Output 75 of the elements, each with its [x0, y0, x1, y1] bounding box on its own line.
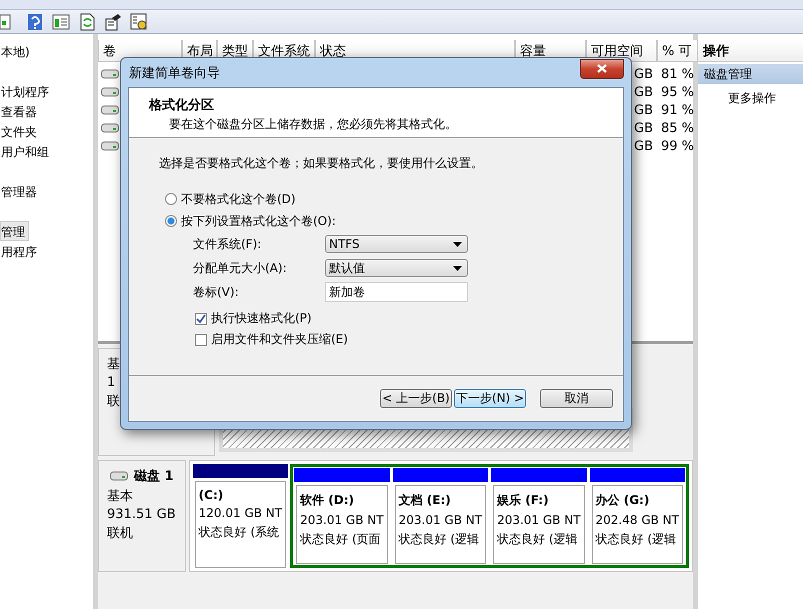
- radio-option[interactable]: 按下列设置格式化这个卷(O):: [159, 210, 603, 232]
- tree-item[interactable]: 查看器: [0, 101, 41, 121]
- tree-item[interactable]: 管理器: [0, 181, 41, 201]
- column-header[interactable]: % 可: [657, 40, 698, 62]
- partition-status: 状态良好 (逻辑: [398, 531, 480, 548]
- action-item[interactable]: 磁盘管理: [698, 64, 803, 84]
- settings-icon[interactable]: [130, 12, 148, 30]
- partition-name: 娱乐 (F:): [497, 492, 550, 509]
- section-heading: 格式化分区: [149, 97, 215, 114]
- action-item[interactable]: 更多操作: [698, 88, 803, 108]
- next-button[interactable]: 下一步(N) >: [454, 389, 526, 408]
- back-button[interactable]: < 上一步(B): [380, 389, 452, 408]
- section-description: 要在这个磁盘分区上储存数据，您必须先将其格式化。: [168, 116, 458, 133]
- partition-status: 状态良好 (系统: [198, 524, 280, 541]
- partition-panel[interactable]: 文档 (E:) 203.01 GB NT 状态良好 (逻辑: [394, 485, 486, 564]
- disk-info: 基本: [107, 488, 134, 505]
- partition-name: 办公 (G:): [596, 492, 650, 509]
- partition-name: 文档 (E:): [398, 492, 452, 509]
- disk-info: 基: [107, 356, 121, 373]
- field-label: 文件系统(F):: [193, 236, 262, 252]
- partition-status: 状态良好 (页面: [300, 531, 382, 548]
- disk-info: 1: [107, 375, 116, 390]
- table-cell-text: GB: [634, 102, 654, 118]
- table-cell-text: GB: [634, 120, 654, 136]
- close-icon: [597, 64, 607, 73]
- tree-item[interactable]: 本地): [0, 41, 34, 61]
- table-cell-text: 81 %: [660, 66, 694, 82]
- tree-item[interactable]: 用程序: [0, 241, 41, 261]
- tree-item[interactable]: 文件夹: [0, 121, 41, 141]
- field-label: 分配单元大小(A):: [193, 260, 288, 276]
- partition-panel[interactable]: 办公 (G:) 202.48 GB NT 状态良好 (逻辑: [592, 485, 683, 564]
- tree-item[interactable]: 管理: [0, 221, 29, 241]
- table-cell-text: 85 %: [660, 120, 694, 136]
- properties-icon[interactable]: [104, 12, 122, 30]
- table-cell-text: GB: [634, 66, 654, 82]
- table-cell-text: GB: [634, 138, 654, 154]
- partition-name: (C:): [198, 488, 224, 502]
- field-label: 卷标(V):: [193, 284, 240, 300]
- partition-size: 202.48 GB NT: [596, 513, 679, 527]
- disk-info: 联机: [107, 525, 134, 542]
- table-cell-text: 99 %: [660, 138, 694, 154]
- disk-name: 磁盘 1: [107, 467, 177, 485]
- panel-icon[interactable]: [52, 12, 70, 30]
- partition-size: 203.01 GB NT: [300, 513, 384, 527]
- instruction-text: 选择是否要格式化这个卷；如果要格式化，要使用什么设置。: [159, 155, 484, 172]
- partition-panel[interactable]: (C:) 120.01 GB NT 状态良好 (系统: [194, 481, 286, 568]
- disk-info: 931.51 GB: [107, 507, 177, 522]
- table-cell-text: 91 %: [660, 102, 694, 118]
- tree-item[interactable]: 用户和组: [0, 141, 53, 161]
- partition-name: 软件 (D:): [300, 492, 356, 509]
- partition-size: 120.01 GB NT: [198, 506, 282, 520]
- input-field[interactable]: 新加卷: [325, 282, 468, 302]
- table-cell-text: GB: [634, 84, 654, 100]
- caret-icon: [453, 242, 462, 246]
- partition-panel[interactable]: 娱乐 (F:) 203.01 GB NT 状态良好 (逻辑: [493, 485, 585, 564]
- partition-panel[interactable]: 软件 (D:) 203.01 GB NT 状态良好 (页面: [296, 485, 388, 564]
- partition-size: 203.01 GB NT: [497, 513, 581, 527]
- caret-icon: [453, 266, 462, 270]
- partition-status: 状态良好 (逻辑: [596, 531, 678, 548]
- partition-size: 203.01 GB NT: [398, 513, 482, 527]
- tree-item[interactable]: 计划程序: [0, 81, 53, 101]
- help-icon[interactable]: [26, 12, 44, 30]
- partition-status: 状态良好 (逻辑: [497, 531, 579, 548]
- close-button[interactable]: [580, 58, 624, 78]
- radio-option[interactable]: 不要格式化这个卷(D): [159, 188, 603, 210]
- dialog-title: 新建简单卷向导: [128, 64, 220, 82]
- checkmark-icon: [196, 314, 206, 324]
- refresh-icon[interactable]: [78, 12, 96, 30]
- dropdown[interactable]: 默认值: [325, 259, 468, 277]
- disk-info: 联: [107, 393, 121, 410]
- dropdown[interactable]: NTFS: [325, 235, 468, 253]
- checkbox-option[interactable]: 执行快速格式化(P): [159, 308, 603, 329]
- checkbox-option[interactable]: 启用文件和文件夹压缩(E): [159, 329, 603, 350]
- cancel-button[interactable]: 取消: [540, 389, 613, 408]
- table-cell-text: 95 %: [660, 84, 694, 100]
